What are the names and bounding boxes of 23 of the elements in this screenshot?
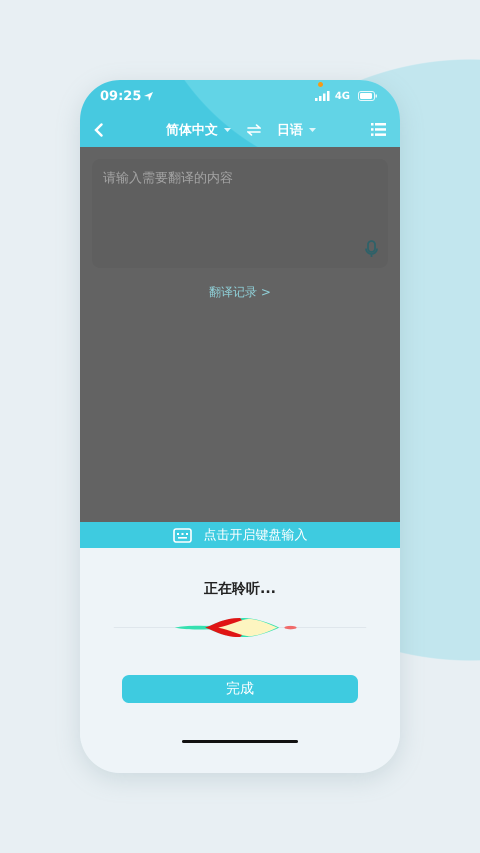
input-field[interactable]: 请输入需要翻译的内容 [92, 159, 388, 268]
swap-button[interactable] [247, 124, 261, 136]
menu-button[interactable] [371, 123, 386, 136]
indicator-dot-icon [318, 82, 323, 86]
source-language-dropdown[interactable]: 简体中文 [166, 120, 231, 138]
listening-status: 正在聆听... [204, 580, 276, 598]
microphone-icon[interactable] [365, 240, 378, 258]
battery-icon [358, 91, 378, 101]
target-language-dropdown[interactable]: 日语 [277, 120, 316, 138]
caret-icon [224, 128, 231, 132]
status-time: 09:25 [100, 88, 142, 104]
back-chevron-icon [94, 122, 103, 136]
back-button[interactable] [94, 122, 103, 136]
translation-history-link[interactable]: 翻译记录 > [209, 284, 271, 301]
done-button[interactable]: 完成 [122, 675, 358, 703]
caret-icon [309, 128, 316, 132]
keyboard-input-bar[interactable]: 点击开启键盘输入 [80, 522, 400, 548]
keyboard-icon [172, 528, 192, 543]
location-arrow-icon [144, 92, 154, 100]
menu-list-icon [371, 123, 386, 136]
network-label: 4G [334, 90, 350, 102]
swap-arrows-icon [247, 124, 261, 136]
signal-icon [314, 91, 330, 101]
